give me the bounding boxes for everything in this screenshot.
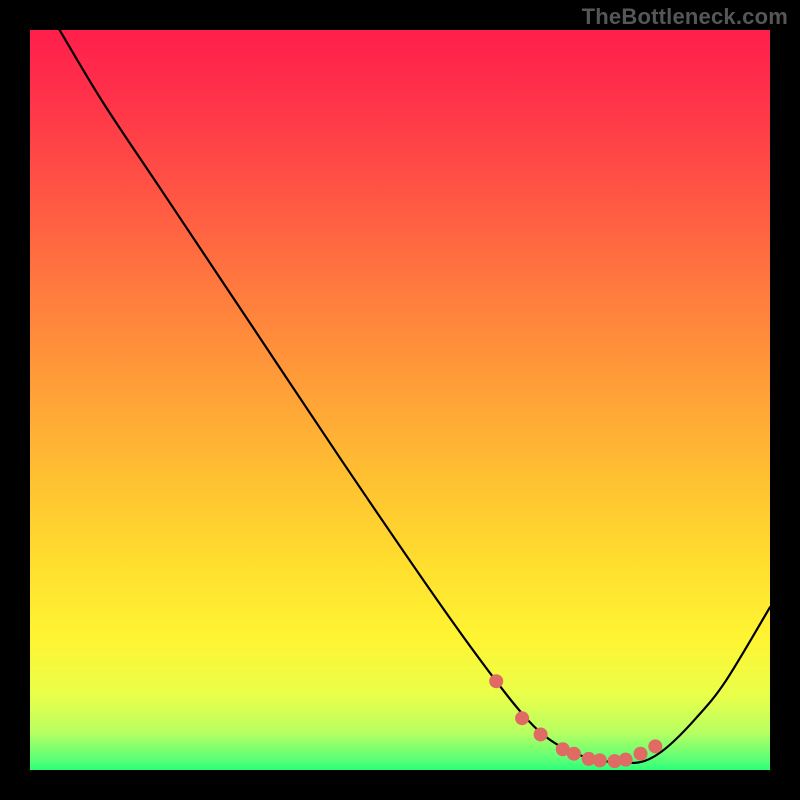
watermark-text: TheBottleneck.com bbox=[582, 4, 788, 30]
bottleneck-curve bbox=[60, 30, 770, 763]
highlight-dot bbox=[593, 753, 607, 767]
chart-svg bbox=[30, 30, 770, 770]
highlight-dot bbox=[515, 711, 529, 725]
chart-container: TheBottleneck.com bbox=[0, 0, 800, 800]
plot-area bbox=[30, 30, 770, 770]
highlight-dot bbox=[534, 727, 548, 741]
highlight-dot bbox=[489, 674, 503, 688]
highlight-dot bbox=[567, 747, 581, 761]
highlight-dot bbox=[648, 739, 662, 753]
highlight-dot bbox=[634, 747, 648, 761]
highlight-dots-group bbox=[489, 674, 662, 768]
highlight-dot bbox=[619, 753, 633, 767]
